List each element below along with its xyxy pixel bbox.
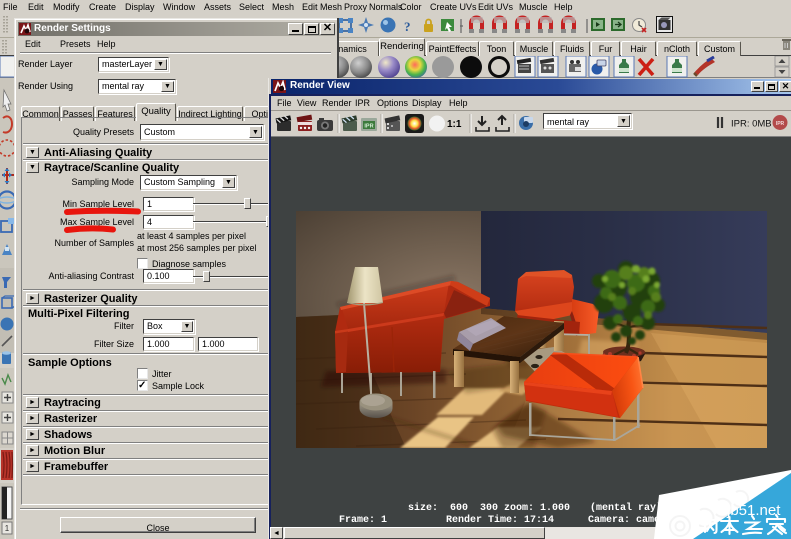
svg-text:jb51.net: jb51.net bbox=[726, 502, 781, 519]
svg-text:IPR: 0MB: IPR: 0MB bbox=[731, 119, 772, 130]
svg-text:1: 1 bbox=[5, 524, 10, 533]
svg-text:IPR: IPR bbox=[364, 124, 373, 130]
svg-text:IPR: IPR bbox=[776, 121, 785, 127]
svg-text:1:1: 1:1 bbox=[447, 119, 462, 130]
svg-text:?: ? bbox=[404, 19, 411, 34]
